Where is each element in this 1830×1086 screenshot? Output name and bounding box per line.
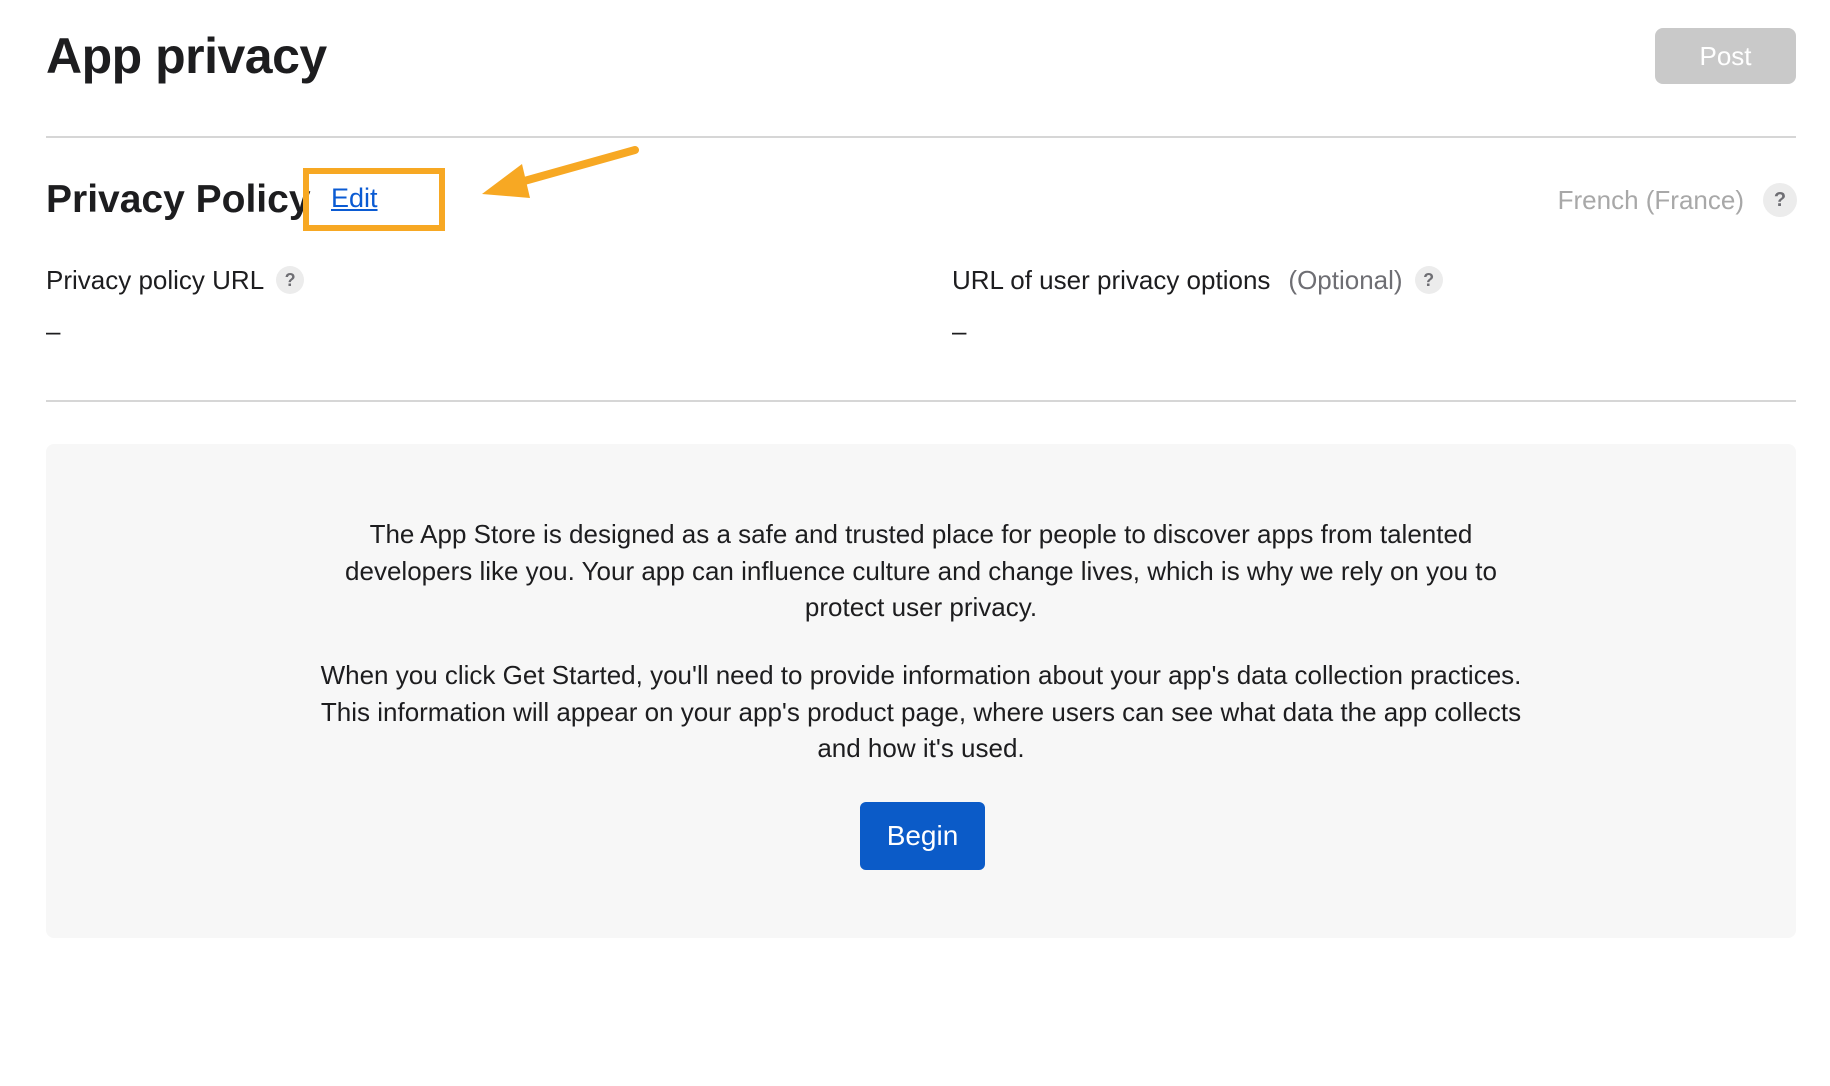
begin-button[interactable]: Begin xyxy=(860,802,985,870)
app-privacy-page: App privacy Post Privacy Policy Edit Fre… xyxy=(0,0,1830,1086)
optional-tag: (Optional) xyxy=(1288,265,1403,295)
privacy-policy-url-help-icon[interactable]: ? xyxy=(276,266,305,294)
language-label[interactable]: French (France) xyxy=(1558,183,1744,217)
info-paragraph-1-text: The App Store is designed as a safe and … xyxy=(345,519,1497,622)
edit-link[interactable]: Edit xyxy=(331,180,378,216)
privacy-policy-url-label: Privacy policy URL ? xyxy=(46,262,305,298)
user-privacy-options-url-value: – xyxy=(952,316,967,346)
privacy-policy-url-label-text: Privacy policy URL xyxy=(46,265,265,295)
page-title: App privacy xyxy=(46,28,327,84)
annotation-arrow-icon xyxy=(482,146,639,198)
info-paragraph-2-text: When you click Get Started, you'll need … xyxy=(320,660,1522,763)
privacy-policy-url-value: – xyxy=(46,316,61,346)
info-paragraph-2: When you click Get Started, you'll need … xyxy=(46,657,1796,767)
user-privacy-options-url-label-text: URL of user privacy options xyxy=(952,265,1271,295)
privacy-policy-title: Privacy Policy xyxy=(46,178,311,221)
header-divider xyxy=(46,136,1796,138)
info-panel: The App Store is designed as a safe and … xyxy=(46,444,1796,938)
section-divider xyxy=(46,400,1796,402)
info-paragraph-1: The App Store is designed as a safe and … xyxy=(46,516,1796,626)
user-privacy-options-url-label: URL of user privacy options (Optional) ? xyxy=(952,262,1443,298)
user-privacy-options-help-icon[interactable]: ? xyxy=(1414,266,1443,294)
language-help-icon[interactable]: ? xyxy=(1763,183,1797,217)
post-button[interactable]: Post xyxy=(1655,28,1796,84)
